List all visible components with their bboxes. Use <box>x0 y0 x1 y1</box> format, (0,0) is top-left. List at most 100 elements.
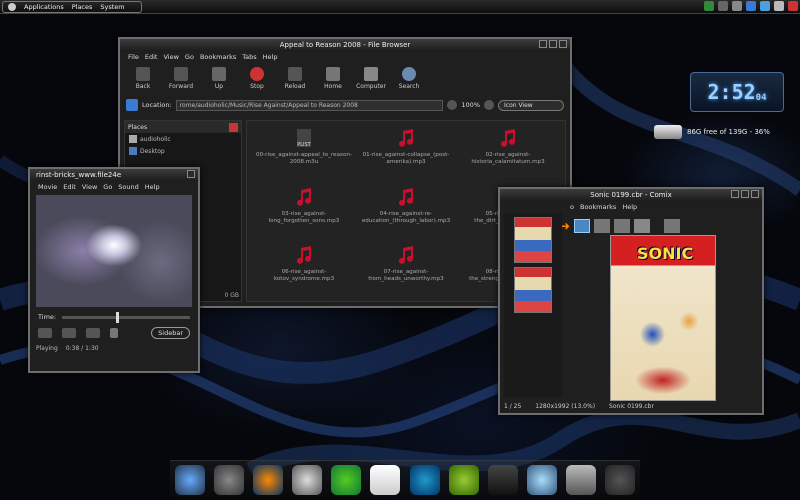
headphones-icon[interactable] <box>409 464 440 495</box>
forward-arrow-icon <box>174 67 188 81</box>
video-area[interactable] <box>36 195 192 307</box>
player-titlebar[interactable]: rinst-bricks_www.file24e <box>30 169 198 181</box>
display-icon[interactable] <box>718 1 728 11</box>
menu-help[interactable]: Help <box>145 183 160 191</box>
sidebar-item-desktop[interactable]: Desktop <box>125 145 241 157</box>
search-button[interactable]: Search <box>396 67 422 90</box>
file-item[interactable]: PLIST 00-rise_against-appeal_to_reason-2… <box>253 127 355 178</box>
volume-icon[interactable] <box>110 328 118 338</box>
file-name: 03-rise_against-long_forgotten_sons.mp3 <box>268 210 340 224</box>
page-thumbnail[interactable] <box>514 267 552 313</box>
seek-handle[interactable] <box>116 311 120 323</box>
menu-view[interactable]: View <box>163 53 178 61</box>
power-icon[interactable] <box>788 1 798 11</box>
terminal-icon[interactable] <box>487 464 518 495</box>
location-toggle-icon[interactable] <box>126 99 138 111</box>
power-icon[interactable] <box>605 464 636 495</box>
utorrent-icon[interactable] <box>331 464 362 495</box>
player-controls: Sidebar <box>30 325 198 341</box>
file-item[interactable]: 04-rise_against-re-education_(through_la… <box>355 186 457 237</box>
computer-button[interactable]: Computer <box>356 67 386 90</box>
double-page-icon[interactable] <box>664 219 680 233</box>
menu-movie[interactable]: Movie <box>38 183 57 191</box>
home-button[interactable]: Home <box>320 67 346 90</box>
zoom-in-icon[interactable] <box>484 100 494 110</box>
maximize-button[interactable] <box>741 190 749 198</box>
close-button[interactable] <box>187 170 195 178</box>
inkscape-icon[interactable] <box>292 464 323 495</box>
pause-icon[interactable] <box>62 328 76 338</box>
search-label: Search <box>398 83 420 90</box>
forward-button[interactable]: Forward <box>168 67 194 90</box>
menu-help[interactable]: Help <box>263 53 278 61</box>
bluetooth-icon[interactable] <box>746 1 756 11</box>
menu-go[interactable]: Go <box>185 53 194 61</box>
desktop-icon <box>129 147 137 155</box>
menu-file[interactable]: File <box>128 53 139 61</box>
android-icon[interactable] <box>448 464 479 495</box>
page-thumbnail[interactable] <box>514 217 552 263</box>
back-arrow-icon <box>136 67 150 81</box>
file-browser-titlebar[interactable]: Appeal to Reason 2008 - File Browser <box>120 39 570 51</box>
volume-icon[interactable] <box>774 1 784 11</box>
browser-globe-icon[interactable] <box>174 464 205 495</box>
cat-icon[interactable] <box>213 464 244 495</box>
drive-widget[interactable]: 86G free of 139G - 36% <box>654 122 794 142</box>
file-name: 07-rise_against-from_heads_unworthy.mp3 <box>368 269 444 283</box>
next-icon[interactable] <box>86 328 100 338</box>
dock <box>170 460 640 498</box>
menu-bookmarks[interactable]: Bookmarks <box>580 203 616 211</box>
up-button[interactable]: Up <box>206 67 232 90</box>
menu-edit[interactable]: Edit <box>63 183 76 191</box>
fit-best-icon[interactable] <box>574 219 590 233</box>
drive-usage-label: 86G free of 139G - 36% <box>687 128 770 136</box>
maximize-button[interactable] <box>549 40 557 48</box>
menu-edit[interactable]: Edit <box>145 53 158 61</box>
menu-tabs[interactable]: Tabs <box>242 53 256 61</box>
manual-zoom-icon[interactable] <box>634 219 650 233</box>
finder-icon[interactable] <box>526 464 557 495</box>
stop-button[interactable]: Stop <box>244 67 270 90</box>
network-icon[interactable] <box>732 1 742 11</box>
file-item[interactable]: 02-rise_against-historia_calamitatum.mp3 <box>457 127 559 178</box>
menu-sound[interactable]: Sound <box>118 183 138 191</box>
file-item[interactable]: 07-rise_against-from_heads_unworthy.mp3 <box>355 244 457 295</box>
menu-system[interactable]: System <box>100 3 124 11</box>
sidebar-close-icon[interactable] <box>229 122 238 132</box>
menu-bookmarks[interactable]: Bookmarks <box>200 53 236 61</box>
sidebar-header[interactable]: Places <box>125 121 241 133</box>
sidebar-item-home[interactable]: audioholic <box>125 133 241 145</box>
back-button[interactable]: Back <box>130 67 156 90</box>
home-icon <box>326 67 340 81</box>
view-mode-select[interactable]: Icon View <box>498 99 564 111</box>
close-button[interactable] <box>751 190 759 198</box>
menu-view[interactable]: View <box>82 183 97 191</box>
menu-go[interactable]: Go <box>103 183 112 191</box>
menu-help[interactable]: Help <box>622 203 637 211</box>
update-icon[interactable] <box>704 1 714 11</box>
reload-button[interactable]: Reload <box>282 67 308 90</box>
fit-height-icon[interactable] <box>614 219 630 233</box>
cards-game-icon[interactable] <box>370 464 401 495</box>
file-item[interactable]: 03-rise_against-long_forgotten_sons.mp3 <box>253 186 355 237</box>
seek-slider[interactable] <box>62 311 190 323</box>
menu-go[interactable]: o <box>570 203 574 211</box>
fit-width-icon[interactable] <box>594 219 610 233</box>
trash-icon[interactable] <box>566 464 597 495</box>
comix-titlebar[interactable]: Sonic 0199.cbr - Comix <box>500 189 762 201</box>
file-item[interactable]: 01-rise_against-collapse_(post-amerika).… <box>355 127 457 178</box>
dropbox-icon[interactable] <box>760 1 770 11</box>
minimize-button[interactable] <box>731 190 739 198</box>
menu-places[interactable]: Places <box>72 3 93 11</box>
minimize-button[interactable] <box>539 40 547 48</box>
previous-icon[interactable] <box>38 328 52 338</box>
menu-applications[interactable]: Applications <box>24 3 64 11</box>
location-field[interactable]: rome/audioholic/Music/Rise Against/Appea… <box>175 99 444 111</box>
zoom-level: 100% <box>461 101 480 109</box>
sidebar-button[interactable]: Sidebar <box>151 327 190 339</box>
blender-icon[interactable] <box>252 464 283 495</box>
zoom-out-icon[interactable] <box>447 100 458 110</box>
close-button[interactable] <box>559 40 567 48</box>
file-item[interactable]: 06-rise_against-kotov_syndrome.mp3 <box>253 244 355 295</box>
main-menu[interactable]: Applications Places System <box>2 1 142 13</box>
